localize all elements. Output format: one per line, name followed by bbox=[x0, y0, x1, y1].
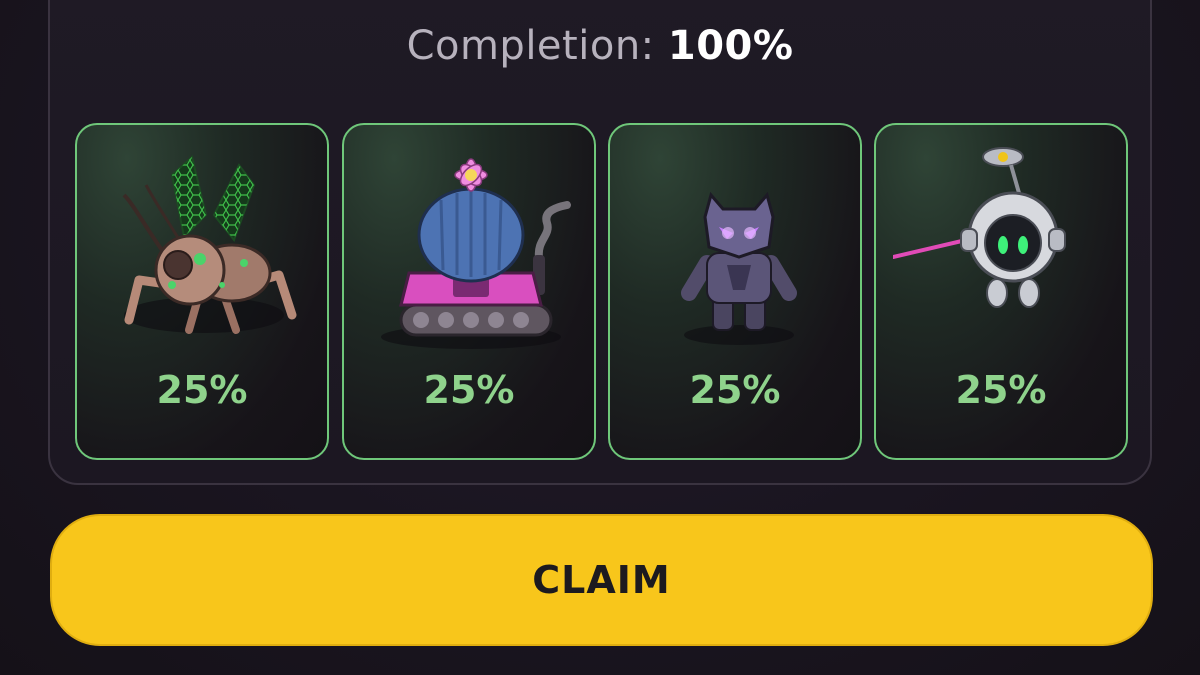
robotic-insect-icon bbox=[122, 155, 297, 334]
claim-button[interactable]: CLAIM bbox=[50, 514, 1153, 646]
completion-status: Completion: 100% bbox=[0, 20, 1200, 72]
reward-card-cactus[interactable]: 25% bbox=[342, 123, 596, 460]
reward-card-drone[interactable]: 25% bbox=[874, 123, 1128, 460]
panther-robot-icon bbox=[681, 191, 797, 345]
card-percent: 25% bbox=[689, 368, 781, 412]
cactus-tank-icon bbox=[381, 158, 571, 349]
reward-card-insect[interactable]: 25% bbox=[75, 123, 329, 460]
sphere-drone-icon bbox=[893, 147, 1066, 308]
completion-value: 100% bbox=[667, 23, 794, 69]
card-percent: 25% bbox=[156, 368, 248, 412]
card-percent: 25% bbox=[423, 368, 515, 412]
completion-label: Completion: bbox=[406, 23, 655, 69]
reward-card-panther[interactable]: 25% bbox=[608, 123, 862, 460]
card-percent: 25% bbox=[955, 368, 1047, 412]
